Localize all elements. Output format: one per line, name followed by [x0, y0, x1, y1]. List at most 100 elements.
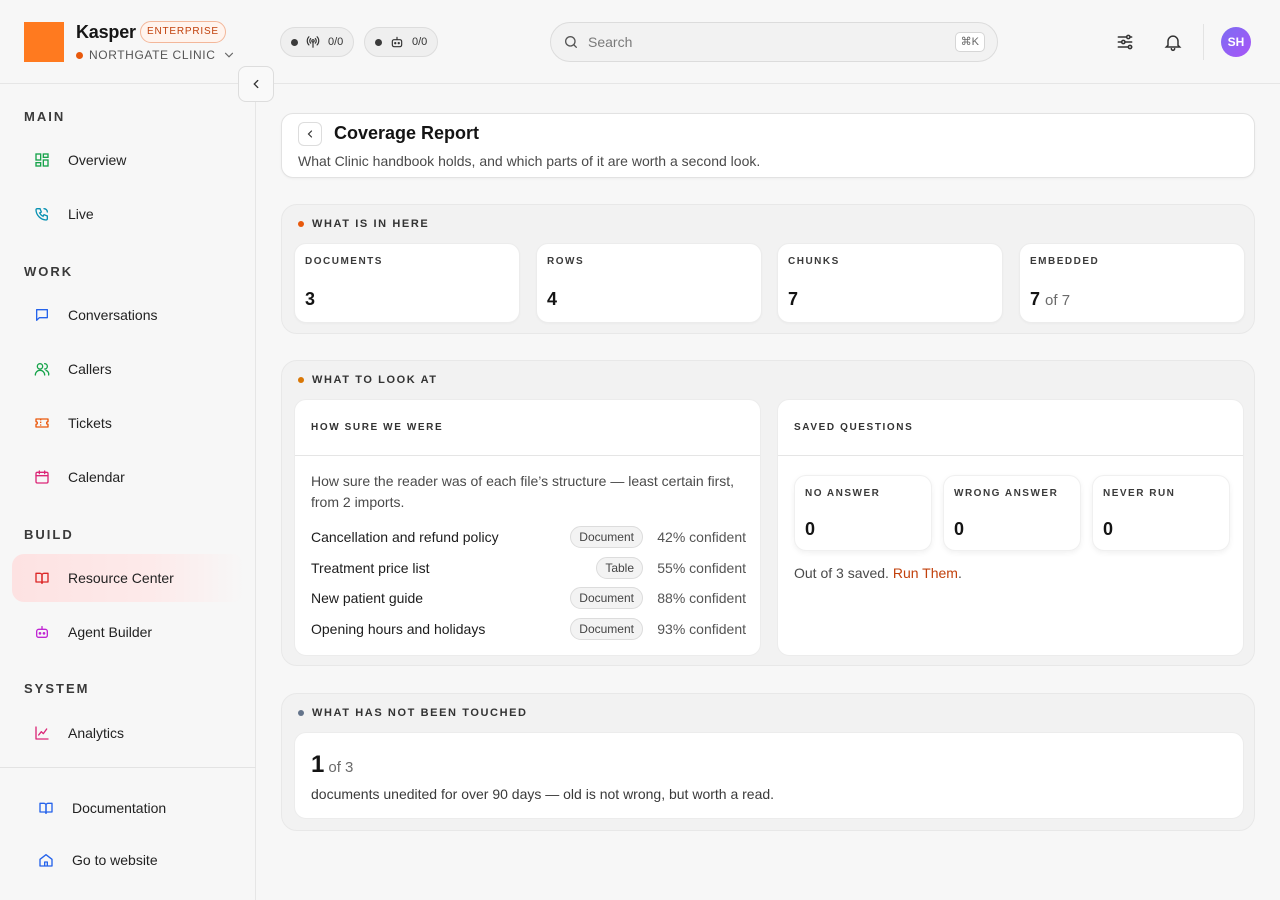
agents-pill[interactable]: 0/0	[364, 27, 439, 57]
saved-summary-suffix: .	[957, 565, 962, 581]
type-tag: Document	[570, 618, 643, 640]
sidebar-item-tickets[interactable]: Tickets	[12, 399, 244, 447]
untouched-of: of 3	[328, 759, 354, 776]
panel-title-text: WHAT IS IN HERE	[312, 218, 430, 230]
live-calls-pill[interactable]: 0/0	[280, 27, 355, 57]
list-item[interactable]: Cancellation and refund policy Document …	[311, 525, 746, 549]
status-dot	[291, 38, 298, 46]
sidebar-item-label: Resource Center	[68, 570, 174, 586]
section-title-build: BUILD	[24, 527, 74, 542]
untouched-number: 1	[311, 751, 325, 778]
list-item[interactable]: Treatment price list Table 55% confident	[311, 556, 746, 580]
robot-icon	[36, 626, 48, 638]
sidebar-item-go-to-website[interactable]: Go to website	[12, 840, 244, 880]
status-dot	[375, 38, 382, 46]
bell-icon	[1164, 35, 1182, 52]
avatar[interactable]: SH	[1221, 27, 1251, 57]
chat-icon	[36, 309, 48, 321]
stat-value: 7	[788, 289, 798, 310]
panel-title: WHAT HAS NOT BEEN TOUCHED	[298, 707, 528, 719]
stat-number: 7	[788, 289, 799, 309]
stat-label: NO ANSWER	[805, 488, 881, 499]
org-switcher[interactable]: NORTHGATE CLINIC	[76, 47, 236, 63]
sidebar-item-documentation[interactable]: Documentation	[12, 788, 244, 828]
sidebar-item-overview[interactable]: Overview	[12, 136, 244, 184]
broadcast-icon	[306, 36, 320, 48]
stat-card-wrong-answer: WRONG ANSWER 0	[943, 475, 1081, 551]
stat-value: 0	[954, 519, 965, 539]
confidence-value: 55% confident	[657, 560, 746, 576]
stat-value: 3	[305, 289, 315, 310]
run-them-link[interactable]: Run Them	[893, 565, 958, 581]
list-item[interactable]: Opening hours and holidays Document 93% …	[311, 617, 746, 641]
stat-label: DOCUMENTS	[305, 256, 383, 267]
filters-button[interactable]	[1113, 30, 1137, 54]
untouched-count: 1 of 3	[311, 751, 353, 779]
sidebar-divider	[0, 767, 256, 768]
sidebar-item-conversations[interactable]: Conversations	[12, 291, 244, 339]
sidebar-item-label: Go to website	[72, 852, 158, 868]
chevron-left-icon	[253, 79, 259, 89]
sidebar-item-live[interactable]: Live	[12, 190, 244, 238]
stat-card-embedded: EMBEDDED 7 of 7	[1019, 243, 1245, 323]
panel-title: WHAT TO LOOK AT	[298, 374, 438, 386]
confidence-description: How sure the reader was of each file’s s…	[311, 473, 735, 510]
what-to-look-at-panel: WHAT TO LOOK AT HOW SURE WE WERE How sur…	[281, 360, 1255, 666]
users-icon	[34, 363, 50, 376]
card-title: HOW SURE WE WERE	[311, 422, 444, 433]
brand-logo[interactable]	[24, 22, 64, 62]
stat-value: 0	[805, 519, 816, 539]
untouched-panel: WHAT HAS NOT BEEN TOUCHED 1 of 3 document…	[281, 693, 1255, 831]
brand-name: Kasper	[76, 22, 136, 42]
sliders-icon	[1117, 34, 1133, 50]
card-title: SAVED QUESTIONS	[794, 422, 914, 433]
plan-badge: ENTERPRISE	[140, 21, 226, 43]
pill-value: 0/0	[412, 36, 428, 48]
sidebar-item-calendar[interactable]: Calendar	[12, 453, 244, 501]
section-dot	[298, 221, 304, 227]
sidebar-item-label: Callers	[68, 361, 112, 377]
section-dot	[298, 710, 304, 716]
stat-card-documents: DOCUMENTS 3	[294, 243, 520, 323]
sidebar-item-callers[interactable]: Callers	[12, 345, 244, 393]
stat-label: ROWS	[547, 256, 585, 267]
type-tag: Document	[570, 526, 643, 548]
org-status-dot	[76, 51, 83, 59]
stat-card-no-answer: NO ANSWER 0	[794, 475, 932, 551]
list-item[interactable]: New patient guide Document 88% confident	[311, 586, 746, 610]
stat-card-chunks: CHUNKS 7	[777, 243, 1003, 323]
search-input[interactable]: Search	[588, 34, 955, 50]
card-header: HOW SURE WE WERE	[295, 400, 760, 456]
sidebar-item-resource-center[interactable]: Resource Center	[12, 554, 244, 602]
robot-icon	[391, 36, 403, 48]
sidebar-item-label: Conversations	[68, 307, 158, 323]
back-button[interactable]	[298, 122, 322, 146]
stat-label: WRONG ANSWER	[954, 488, 1059, 499]
section-title-main: MAIN	[24, 109, 66, 124]
home-icon	[39, 854, 53, 867]
ticket-icon	[35, 418, 49, 428]
section-title-system: SYSTEM	[24, 681, 90, 696]
what-is-in-here-panel: WHAT IS IN HERE DOCUMENTS 3 ROWS 4 CHUNK…	[281, 204, 1255, 334]
chevron-down-icon	[224, 52, 233, 58]
calendar-icon	[35, 470, 49, 484]
notifications-button[interactable]	[1161, 30, 1185, 54]
sidebar-item-label: Agent Builder	[68, 624, 153, 640]
stat-card-never-run: NEVER RUN 0	[1092, 475, 1230, 551]
stat-label: EMBEDDED	[1030, 256, 1100, 267]
untouched-card: 1 of 3 documents unedited for over 90 day…	[294, 732, 1244, 819]
stat-of: of 7	[1045, 292, 1071, 309]
book-icon	[35, 572, 49, 584]
sidebar-item-agent-builder[interactable]: Agent Builder	[12, 608, 244, 656]
stat-value: 0	[1103, 519, 1114, 539]
document-name: New patient guide	[311, 590, 424, 606]
page-title: Coverage Report	[334, 123, 480, 143]
sidebar-item-analytics[interactable]: Analytics	[12, 709, 244, 757]
search-shortcut: ⌘K	[954, 32, 985, 52]
collapse-sidebar-button[interactable]	[238, 66, 274, 102]
type-tag: Table	[596, 557, 643, 579]
search-bar[interactable]: Search ⌘K	[550, 22, 998, 62]
sidebar: MAIN Overview Live WORK Conversations Ca…	[0, 84, 256, 900]
saved-summary-text: Out of 3 saved.	[794, 565, 889, 581]
stat-card-rows: ROWS 4	[536, 243, 762, 323]
